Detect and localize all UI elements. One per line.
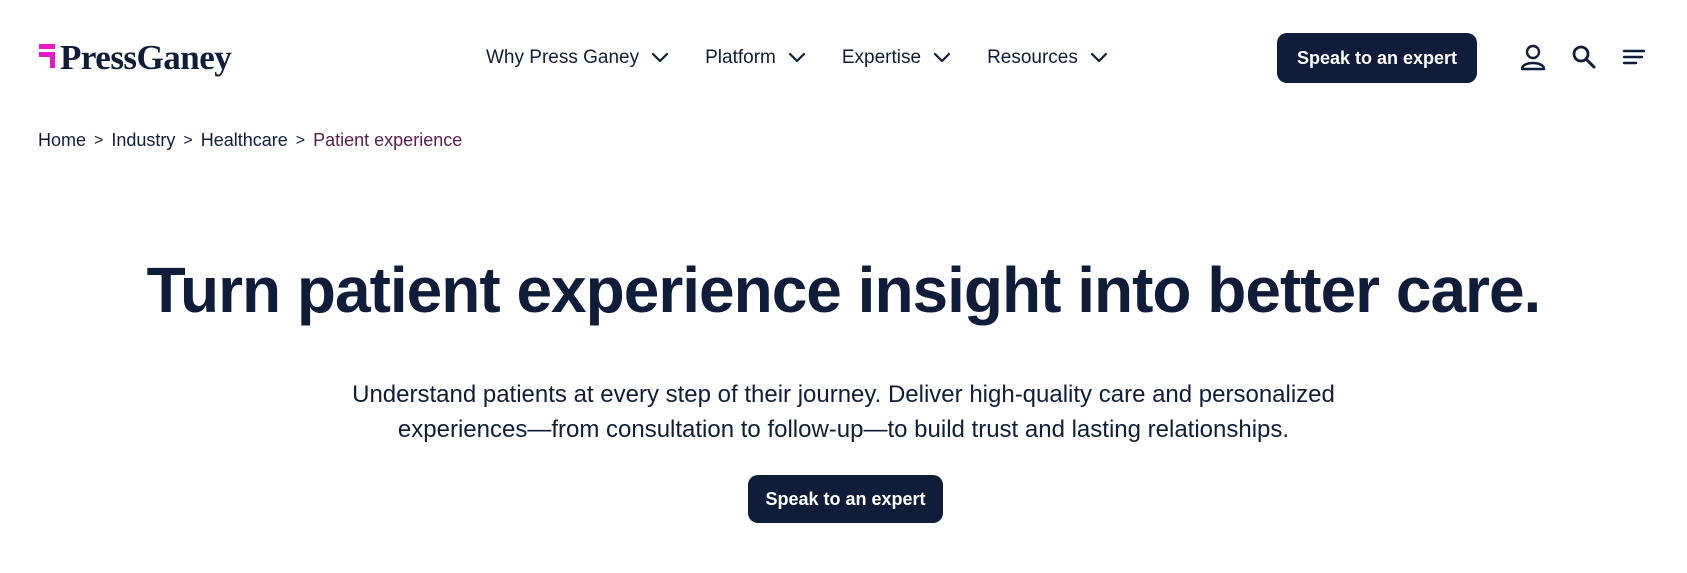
- breadcrumb-separator: >: [295, 131, 306, 149]
- chevron-down-icon: [788, 52, 805, 63]
- breadcrumb-separator: >: [183, 131, 193, 149]
- hero-title: Turn patient experience insight into bet…: [146, 254, 1542, 326]
- menu-button[interactable]: [1620, 43, 1648, 71]
- nav-item-label: Platform: [705, 47, 776, 68]
- menu-icon: [1622, 49, 1646, 65]
- user-icon: [1520, 44, 1546, 71]
- hero-speak-to-expert-button[interactable]: Speak to an expert: [748, 475, 943, 523]
- breadcrumb-industry[interactable]: Industry: [111, 130, 175, 151]
- nav-item-label: Expertise: [841, 47, 922, 68]
- breadcrumb-home[interactable]: Home: [38, 130, 86, 151]
- breadcrumb-separator: >: [94, 131, 104, 149]
- speak-to-expert-button[interactable]: Speak to an expert: [1277, 33, 1477, 83]
- user-account-button[interactable]: [1519, 43, 1547, 71]
- nav-item-label: Why Press Ganey: [486, 47, 640, 68]
- site-header: PressGaney Why Press Ganey Platform Expe…: [0, 0, 1687, 115]
- breadcrumb-current-page: Patient experience: [313, 130, 463, 150]
- hero-subtitle: Understand patients at every step of the…: [352, 381, 1335, 443]
- search-button[interactable]: [1570, 43, 1598, 71]
- nav-item-platform[interactable]: Platform: [705, 47, 806, 69]
- chevron-down-icon: [933, 52, 951, 63]
- nav-item-label: Resources: [987, 47, 1078, 68]
- breadcrumb-healthcare[interactable]: Healthcare: [201, 130, 288, 151]
- press-ganey-logo-mark-icon: [39, 44, 55, 68]
- chevron-down-icon: [1090, 52, 1107, 63]
- search-icon: [1572, 45, 1596, 69]
- logo-text: PressGaney: [60, 38, 232, 77]
- press-ganey-logo[interactable]: PressGaney: [39, 38, 232, 78]
- nav-item-expertise[interactable]: Expertise: [842, 47, 951, 69]
- breadcrumb: Home > Industry > Healthcare > Patient e…: [38, 130, 462, 151]
- main-nav: Why Press Ganey Platform Expertise Resou…: [486, 40, 1144, 76]
- nav-item-resources[interactable]: Resources: [987, 47, 1108, 69]
- chevron-down-icon: [652, 52, 669, 63]
- nav-item-why-press-ganey[interactable]: Why Press Ganey: [486, 47, 669, 69]
